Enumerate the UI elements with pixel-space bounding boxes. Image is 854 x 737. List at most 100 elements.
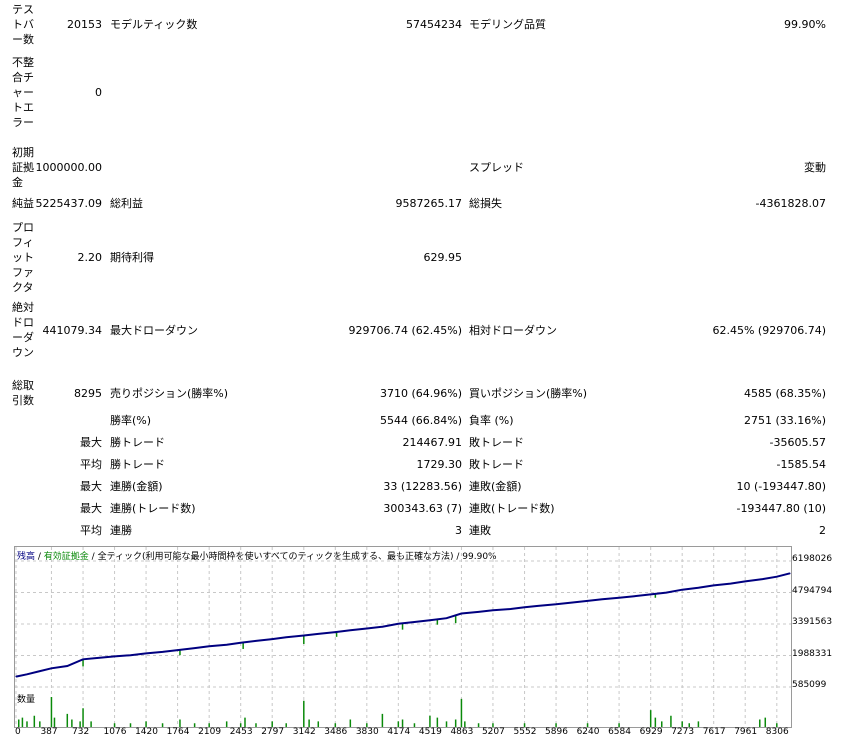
report-v3-10: 10 (-193447.80) xyxy=(736,480,826,493)
report-v2-9: 1729.30 xyxy=(416,458,463,471)
balance-point-10 xyxy=(161,651,164,653)
report-v3-8: -35605.57 xyxy=(769,436,826,449)
balance-point-7 xyxy=(113,655,116,657)
x-tick-label: 4174 xyxy=(387,727,411,737)
x-tick-label: 6240 xyxy=(576,727,600,737)
balance-point-9 xyxy=(145,652,147,655)
report-l2-9: 勝トレード xyxy=(110,458,165,471)
report-v2-11: 300343.63 (7) xyxy=(383,502,462,515)
report-v1-4: 2.20 xyxy=(77,251,103,264)
report-v3-11: -193447.80 (10) xyxy=(736,502,826,515)
balance-point-32 xyxy=(510,608,512,610)
x-tick-label: 3830 xyxy=(355,727,379,737)
report-l2-4: 期待利得 xyxy=(110,251,154,264)
balance-point-49 xyxy=(776,576,778,578)
x-tick-label: 732 xyxy=(72,727,90,737)
balance-point-14 xyxy=(226,644,228,646)
x-tick-label: 0 xyxy=(15,727,21,737)
report-l3-9: 敗トレード xyxy=(469,458,524,471)
balance-point-22 xyxy=(349,629,351,631)
balance-point-21 xyxy=(334,631,336,633)
report-v2-7: 5544 (66.84%) xyxy=(379,414,462,427)
balance-point-26 xyxy=(413,621,416,623)
report-l3-2: スプレッド xyxy=(469,161,524,174)
balance-point-0 xyxy=(15,675,17,678)
volume-plot xyxy=(15,691,778,727)
report-v1-3: 5225437.09 xyxy=(35,197,102,210)
report-l2-3: 総利益 xyxy=(110,197,143,210)
balance-point-2 xyxy=(38,670,40,673)
balance-plot xyxy=(15,547,791,692)
x-tick-label: 2109 xyxy=(198,727,222,737)
balance-point-16 xyxy=(255,640,257,642)
balance-point-35 xyxy=(555,603,557,605)
balance-point-23 xyxy=(366,627,368,630)
balance-point-24 xyxy=(381,626,383,628)
report-v1-6: 8295 xyxy=(74,387,102,400)
balance-point-3 xyxy=(50,667,53,669)
report-l3-11: 連敗(トレード数) xyxy=(469,502,555,515)
balance-point-37 xyxy=(586,600,589,602)
report-l2-8: 勝トレード xyxy=(110,436,165,449)
x-tick-label: 3142 xyxy=(292,727,316,737)
balance-point-48 xyxy=(761,578,764,580)
x-tick-label: 5896 xyxy=(545,727,568,737)
report-v1-0: 20153 xyxy=(67,18,102,31)
report-p-10: 最大 xyxy=(80,480,102,493)
balance-point-8 xyxy=(129,654,132,656)
balance-point-20 xyxy=(317,633,319,635)
x-tick-label: 387 xyxy=(40,727,58,737)
x-tick-label: 4863 xyxy=(450,727,474,737)
balance-point-13 xyxy=(208,645,210,647)
x-tick-label: 2797 xyxy=(261,727,285,737)
report-v1-2: 1000000.00 xyxy=(35,161,102,174)
balance-point-36 xyxy=(569,602,571,604)
report-l2-5: 最大ドローダウン xyxy=(110,324,198,337)
balance-point-29 xyxy=(460,612,463,615)
balance-point-47 xyxy=(744,580,746,582)
balance-point-34 xyxy=(537,605,539,607)
x-tick-label: 4519 xyxy=(418,727,442,737)
balance-point-25 xyxy=(397,623,399,625)
balance-point-17 xyxy=(271,638,273,640)
x-tick-label: 1420 xyxy=(135,727,158,737)
report-l3-6: 買いポジション(勝率%) xyxy=(469,387,588,400)
report-l3-5: 相対ドローダウン xyxy=(469,324,557,337)
balance-point-39 xyxy=(618,597,620,599)
report-p-11: 最大 xyxy=(80,502,102,515)
report-v2-5: 929706.74 (62.45%) xyxy=(348,324,462,337)
report-v2-8: 214467.91 xyxy=(402,436,463,449)
balance-point-1 xyxy=(26,673,28,675)
report-v2-4: 629.95 xyxy=(423,251,463,264)
balance-point-41 xyxy=(650,593,652,596)
balance-chart: 残高 / 有効証拠金 / 全ティック(利用可能な最小時間枠を使いすべてのティック… xyxy=(14,546,792,693)
y-tick-label: 4794794 xyxy=(792,585,833,596)
report-v2-3: 9587265.17 xyxy=(395,197,462,210)
report-v3-3: -4361828.07 xyxy=(755,197,826,210)
balance-point-5 xyxy=(82,658,84,660)
x-tick-label: 7961 xyxy=(734,727,758,737)
report-v3-2: 変動 xyxy=(804,161,826,174)
x-tick-label: 7273 xyxy=(671,727,695,737)
balance-point-11 xyxy=(176,649,179,651)
report-l3-7: 負率 (%) xyxy=(469,414,514,427)
report-v2-0: 57454234 xyxy=(406,18,462,31)
balance-point-19 xyxy=(303,634,305,637)
x-tick-label: 1076 xyxy=(103,727,127,737)
balance-point-12 xyxy=(194,647,196,649)
report-l2-10: 連勝(金額) xyxy=(110,480,163,493)
balance-point-4 xyxy=(66,665,68,667)
balance-point-45 xyxy=(713,584,715,587)
report-v3-7: 2751 (33.16%) xyxy=(743,414,826,427)
balance-point-50 xyxy=(789,572,791,574)
x-tick-label: 7617 xyxy=(702,727,726,737)
y-tick-label: 585099 xyxy=(792,680,827,690)
y-tick-label: 1988331 xyxy=(792,648,833,659)
report-l2-7: 勝率(%) xyxy=(110,414,152,427)
report-l2-6: 売りポジション(勝率%) xyxy=(110,387,229,400)
report-l3-3: 総損失 xyxy=(469,197,502,210)
x-tick-label: 3486 xyxy=(324,727,348,737)
x-tick-label: 6584 xyxy=(608,727,631,737)
balance-point-44 xyxy=(697,587,700,589)
report-v2-12: 3 xyxy=(455,524,462,537)
